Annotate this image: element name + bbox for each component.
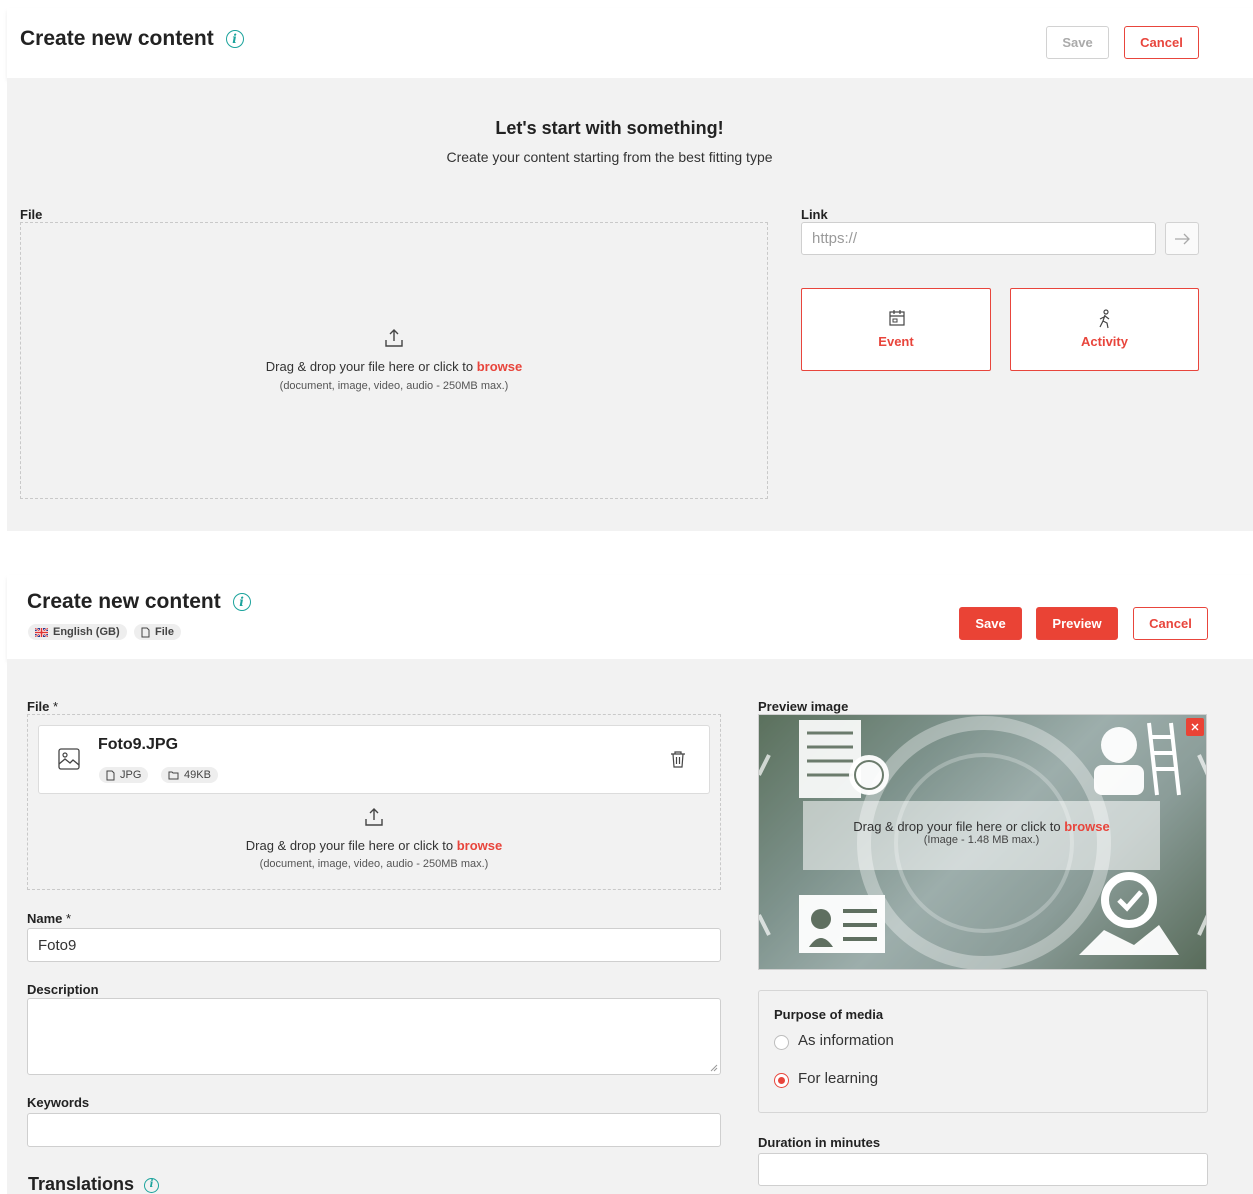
type-chip: File <box>134 624 181 640</box>
translations-label: Translations <box>28 1174 135 1194</box>
save-button[interactable]: Save <box>959 607 1022 640</box>
preview-image[interactable]: Drag & drop your file here or click to b… <box>758 714 1207 970</box>
required-mark: * <box>66 911 72 926</box>
description-textarea[interactable] <box>27 998 721 1075</box>
required-mark: * <box>53 699 59 714</box>
information-label: As information <box>798 1032 894 1049</box>
browse-link[interactable]: browse <box>457 838 503 853</box>
preview-button[interactable]: Preview <box>1036 607 1118 640</box>
save-button[interactable]: Save <box>1046 26 1109 59</box>
description-label: Description <box>27 982 99 997</box>
purpose-panel: Purpose of media As information For lear… <box>758 990 1208 1113</box>
event-label: Event <box>878 334 914 349</box>
cancel-button[interactable]: Cancel <box>1124 26 1199 59</box>
file-card: Foto9.JPG JPG 49KB <box>38 725 710 794</box>
file-label: File * <box>27 699 58 714</box>
preview-dropzone-overlay[interactable]: Drag & drop your file here or click to b… <box>803 801 1160 870</box>
file-type-chip: JPG <box>99 767 149 783</box>
file-label: File <box>20 207 43 222</box>
purpose-label: Purpose of media <box>774 1007 884 1022</box>
file-type-label: JPG <box>120 769 142 781</box>
image-file-icon <box>58 748 80 770</box>
file-size-label: 49KB <box>184 769 211 781</box>
browse-link[interactable]: browse <box>477 359 523 374</box>
learning-radio[interactable] <box>774 1073 789 1088</box>
upload-icon <box>365 808 383 826</box>
information-radio[interactable] <box>774 1035 789 1050</box>
upload-icon <box>385 329 403 347</box>
info-icon[interactable]: i <box>144 1177 160 1193</box>
page-title-text: Create new content <box>20 27 214 50</box>
preview-dropzone-hint: (Image - 1.48 MB max.) <box>923 834 1040 846</box>
link-label: Link <box>801 207 828 222</box>
page-title: Create new content i <box>20 27 244 51</box>
start-heading: Let's start with something! <box>495 118 724 138</box>
link-input[interactable]: https:// <box>801 222 1156 255</box>
file-dropzone[interactable]: Drag & drop your file here or click to b… <box>20 222 768 499</box>
duration-input[interactable] <box>758 1153 1208 1186</box>
folder-icon <box>168 771 179 780</box>
preview-browse-link[interactable]: browse <box>1064 819 1110 834</box>
dropzone-hint: (document, image, video, audio - 250MB m… <box>279 380 509 392</box>
language-chip-label: English (GB) <box>53 626 120 638</box>
close-icon <box>1191 723 1199 731</box>
file-icon <box>106 770 115 780</box>
page-title-text: Create new content <box>27 590 221 613</box>
activity-tile[interactable]: Activity <box>1010 288 1199 371</box>
type-chip-label: File <box>155 626 174 638</box>
keywords-input[interactable] <box>27 1113 721 1147</box>
trash-icon[interactable] <box>670 750 686 768</box>
file-dropzone[interactable]: Foto9.JPG JPG 49KB Drag & drop your file… <box>27 714 721 890</box>
preview-dropzone-text: Drag & drop your file here or click to b… <box>803 819 1160 834</box>
bottom-body: File * Foto9.JPG JPG 49KB Drag & drop yo… <box>7 659 1253 1194</box>
info-icon[interactable]: i <box>232 593 251 612</box>
link-placeholder: https:// <box>812 230 858 247</box>
page-title: Create new content i <box>27 590 251 614</box>
purpose-option-information[interactable]: As information <box>774 1031 974 1051</box>
top-body: Let's start with something! Create your … <box>7 78 1253 531</box>
duration-label: Duration in minutes <box>758 1135 881 1150</box>
dropzone-text-main: Drag & drop your file here or click to <box>265 359 477 374</box>
translations-heading: Translations i <box>28 1174 160 1194</box>
link-submit-button[interactable] <box>1165 222 1199 255</box>
activity-label: Activity <box>1081 334 1128 349</box>
dropzone-hint: (document, image, video, audio - 250MB m… <box>259 858 489 870</box>
arrow-right-icon <box>1175 233 1190 244</box>
file-icon <box>141 627 150 637</box>
file-size-chip: 49KB <box>161 767 218 783</box>
preview-dropzone-text-main: Drag & drop your file here or click to <box>853 819 1065 834</box>
file-name: Foto9.JPG <box>98 736 179 753</box>
cancel-button[interactable]: Cancel <box>1133 607 1208 640</box>
uk-flag-icon <box>35 627 48 637</box>
preview-image-label: Preview image <box>758 699 849 714</box>
language-chip: English (GB) <box>28 624 127 640</box>
dropzone-text-main: Drag & drop your file here or click to <box>245 838 457 853</box>
resize-handle-icon[interactable] <box>710 1064 718 1072</box>
start-subheading: Create your content starting from the be… <box>446 149 773 165</box>
top-header: Create new content i Save Cancel <box>7 8 1253 78</box>
learning-label: For learning <box>798 1070 879 1087</box>
event-tile[interactable]: Event <box>801 288 991 371</box>
keywords-label: Keywords <box>27 1095 90 1110</box>
calendar-icon <box>889 310 905 326</box>
name-label-text: Name <box>27 911 63 926</box>
info-icon[interactable]: i <box>225 30 244 49</box>
file-label-text: File <box>27 699 50 714</box>
purpose-option-learning[interactable]: For learning <box>774 1069 974 1089</box>
bottom-header: Create new content i English (GB) File S… <box>7 575 1253 659</box>
name-label: Name * <box>27 911 71 926</box>
walking-person-icon <box>1099 309 1110 329</box>
remove-preview-button[interactable] <box>1186 718 1204 736</box>
dropzone-text: Drag & drop your file here or click to b… <box>21 359 767 374</box>
name-value: Foto9 <box>38 936 77 954</box>
dropzone-text: Drag & drop your file here or click to b… <box>28 838 720 853</box>
name-input[interactable]: Foto9 <box>27 928 721 962</box>
